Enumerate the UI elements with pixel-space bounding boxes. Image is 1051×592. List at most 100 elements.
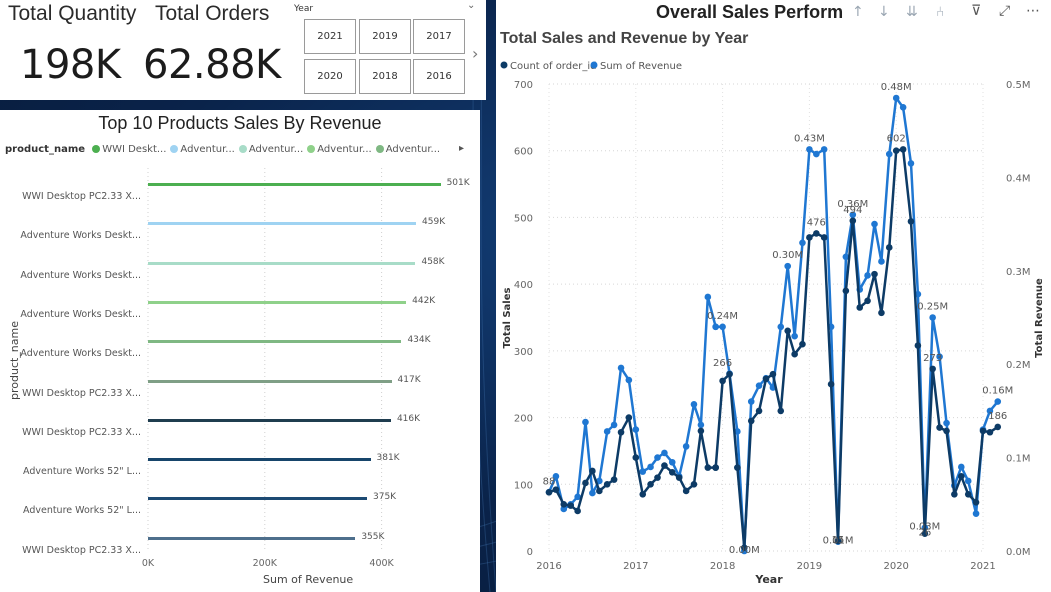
data-point[interactable] xyxy=(791,350,798,358)
data-point[interactable] xyxy=(951,490,958,498)
revenue-bar[interactable] xyxy=(148,222,417,226)
data-point[interactable] xyxy=(682,443,690,450)
data-point[interactable] xyxy=(734,464,741,471)
data-point[interactable] xyxy=(560,501,568,508)
year-tile-2021[interactable]: 2021 xyxy=(304,19,356,54)
data-point[interactable] xyxy=(639,468,647,475)
data-point[interactable] xyxy=(871,220,878,228)
year-tile-2018[interactable]: 2018 xyxy=(359,59,411,94)
data-point[interactable] xyxy=(777,407,785,415)
year-tile-2017[interactable]: 2017 xyxy=(413,19,465,54)
revenue-bar[interactable] xyxy=(148,183,441,186)
data-point[interactable] xyxy=(574,507,581,515)
data-point[interactable] xyxy=(820,234,828,241)
data-point[interactable] xyxy=(697,427,705,435)
data-point[interactable] xyxy=(929,365,936,373)
data-point[interactable] xyxy=(864,272,871,279)
data-point[interactable] xyxy=(647,480,654,488)
revenue-bar[interactable] xyxy=(148,261,416,265)
data-point[interactable] xyxy=(878,258,885,265)
data-point[interactable] xyxy=(907,218,915,225)
data-point[interactable] xyxy=(972,510,980,517)
slicer-dropdown-icon[interactable]: ⌄ xyxy=(467,0,475,11)
data-point[interactable] xyxy=(632,454,640,461)
data-point[interactable] xyxy=(747,417,755,425)
data-point[interactable] xyxy=(907,160,915,167)
data-point[interactable] xyxy=(791,332,798,340)
revenue-bar[interactable] xyxy=(148,497,367,501)
data-point[interactable] xyxy=(697,421,705,429)
data-point[interactable] xyxy=(936,424,943,431)
data-point[interactable] xyxy=(958,463,965,471)
data-point[interactable] xyxy=(799,239,806,247)
data-point[interactable] xyxy=(762,375,770,383)
data-point[interactable] xyxy=(994,423,1002,431)
data-point[interactable] xyxy=(582,479,589,487)
data-point[interactable] xyxy=(603,428,611,435)
revenue-bar[interactable] xyxy=(148,458,371,462)
data-point[interactable] xyxy=(712,323,719,331)
data-point[interactable] xyxy=(842,287,850,295)
data-point[interactable] xyxy=(972,498,980,506)
data-point[interactable] xyxy=(690,401,698,408)
legend-series-label[interactable]: Sum of Revenue xyxy=(600,61,682,72)
data-point[interactable] xyxy=(625,414,633,421)
slicer-next-arrow-icon[interactable]: › xyxy=(472,44,478,63)
revenue-bar[interactable] xyxy=(148,300,407,304)
data-point[interactable] xyxy=(552,486,560,493)
data-point[interactable] xyxy=(899,146,907,153)
data-point[interactable] xyxy=(661,449,668,457)
data-point[interactable] xyxy=(625,376,633,384)
data-point[interactable] xyxy=(899,104,907,111)
data-point[interactable] xyxy=(589,489,596,497)
data-point[interactable] xyxy=(784,327,791,335)
data-point[interactable] xyxy=(647,463,654,471)
data-point[interactable] xyxy=(892,147,900,155)
data-point[interactable] xyxy=(885,244,893,251)
year-tile-2016[interactable]: 2016 xyxy=(413,59,465,94)
data-point[interactable] xyxy=(813,230,820,237)
data-point[interactable] xyxy=(668,458,676,466)
data-point[interactable] xyxy=(849,217,857,225)
data-point[interactable] xyxy=(943,427,950,435)
data-point[interactable] xyxy=(617,364,625,372)
data-point[interactable] xyxy=(806,234,813,241)
data-point[interactable] xyxy=(596,487,603,495)
data-point[interactable] xyxy=(545,488,553,496)
year-slicer[interactable]: Year ⌄ 2021 2019 2017 2020 2018 2016 › xyxy=(284,0,486,100)
data-point[interactable] xyxy=(567,502,574,509)
data-point[interactable] xyxy=(769,370,777,378)
revenue-bar[interactable] xyxy=(148,418,391,422)
data-point[interactable] xyxy=(929,314,936,321)
data-point[interactable] xyxy=(661,462,668,469)
data-point[interactable] xyxy=(864,297,871,305)
data-point[interactable] xyxy=(885,150,893,158)
year-tile-2020[interactable]: 2020 xyxy=(304,59,356,94)
data-point[interactable] xyxy=(892,94,900,102)
data-point[interactable] xyxy=(747,398,755,405)
data-point[interactable] xyxy=(704,293,712,301)
data-point[interactable] xyxy=(994,398,1002,405)
data-point[interactable] xyxy=(979,427,987,435)
revenue-bar[interactable] xyxy=(148,340,402,344)
data-point[interactable] xyxy=(820,146,828,153)
data-point[interactable] xyxy=(682,487,690,495)
data-point[interactable] xyxy=(632,426,640,433)
data-point[interactable] xyxy=(827,380,835,388)
legend-series-label[interactable]: Count of order_id xyxy=(510,61,596,72)
data-point[interactable] xyxy=(755,407,763,415)
data-point[interactable] xyxy=(704,464,712,471)
data-point[interactable] xyxy=(943,419,950,427)
data-point[interactable] xyxy=(726,370,733,378)
data-point[interactable] xyxy=(784,262,791,270)
data-point[interactable] xyxy=(690,480,698,488)
data-point[interactable] xyxy=(958,472,965,480)
data-point[interactable] xyxy=(610,421,618,429)
data-point[interactable] xyxy=(589,467,596,475)
data-point[interactable] xyxy=(582,418,589,426)
data-point[interactable] xyxy=(755,382,763,389)
data-point[interactable] xyxy=(777,323,785,331)
data-point[interactable] xyxy=(799,340,806,348)
data-point[interactable] xyxy=(719,377,726,385)
data-point[interactable] xyxy=(914,342,922,349)
